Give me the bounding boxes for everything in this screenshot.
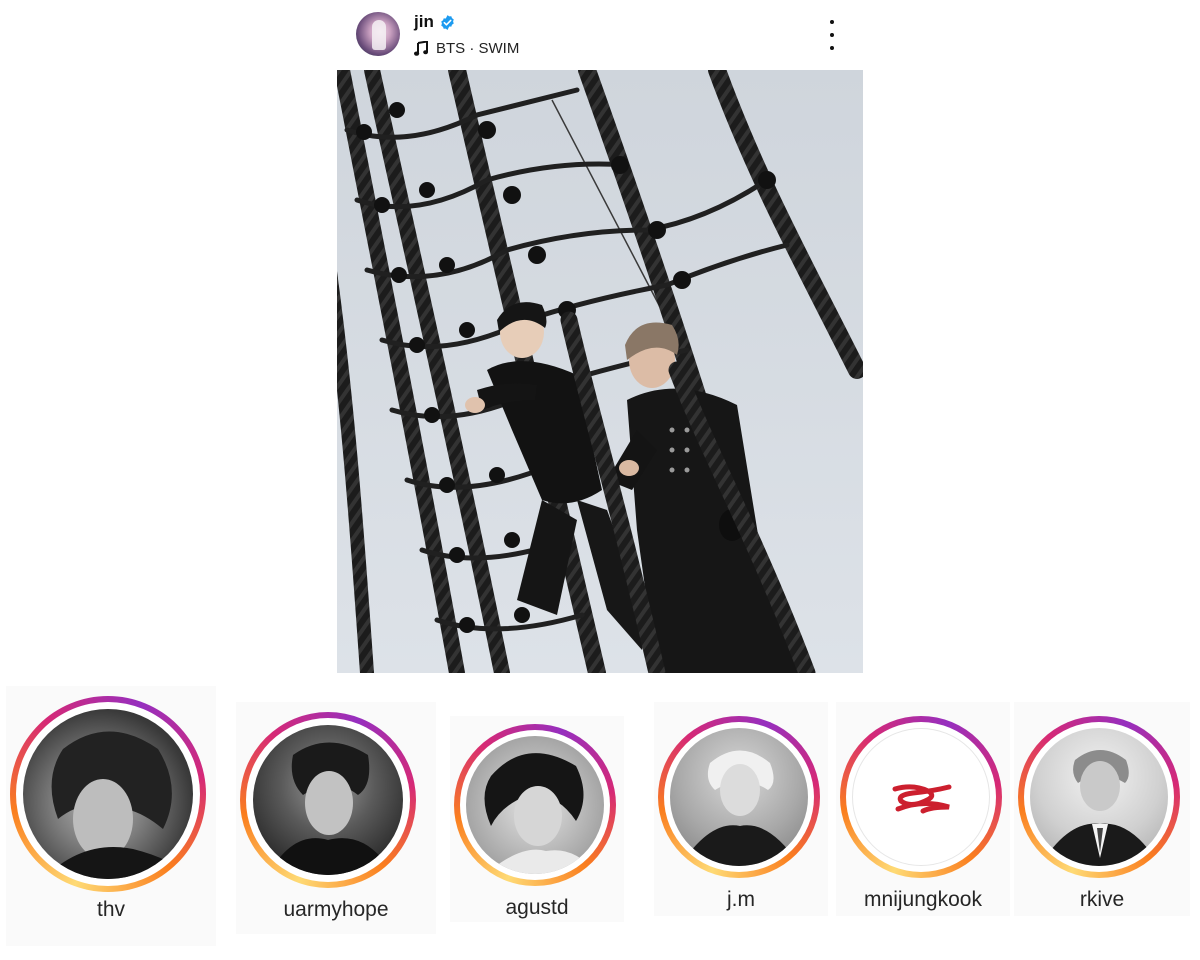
story-username-uarmyhope: uarmyhope [283, 898, 389, 921]
more-options-icon[interactable] [820, 20, 844, 50]
story-card-thv[interactable]: thv [6, 686, 216, 946]
instagram-screenshot-collage: jin BTS · SWIM thv uarmyhope agustd j.m … [0, 0, 1200, 960]
profile-avatar[interactable] [356, 12, 400, 56]
story-username-agustd: agustd [505, 896, 569, 919]
post-photo[interactable] [337, 70, 863, 673]
story-card-rkive[interactable]: rkive [1014, 702, 1190, 916]
mnijungkook-logo [892, 784, 952, 814]
music-row[interactable]: BTS · SWIM [414, 38, 519, 58]
story-avatar-mnijungkook [852, 728, 990, 866]
story-avatar-jm [670, 728, 808, 866]
verified-badge-icon [439, 14, 456, 31]
username-row: jin [414, 11, 456, 33]
story-avatar-thv [23, 709, 193, 879]
post-header: jin BTS · SWIM [337, 0, 863, 70]
story-card-uarmyhope[interactable]: uarmyhope [236, 702, 436, 934]
story-avatar-agustd [466, 736, 604, 874]
music-track-label: BTS · SWIM [436, 39, 520, 57]
story-card-jm[interactable]: j.m [654, 702, 828, 916]
story-username-thv: thv [96, 898, 125, 921]
music-note-icon [414, 39, 428, 56]
story-avatar-uarmyhope [253, 725, 403, 875]
story-card-agustd[interactable]: agustd [450, 716, 624, 922]
story-avatar-rkive [1030, 728, 1168, 866]
post-username[interactable]: jin [414, 12, 434, 32]
story-username-mnijungkook: mnijungkook [864, 888, 982, 911]
story-username-jm: j.m [727, 888, 755, 911]
story-username-rkive: rkive [1079, 888, 1125, 911]
story-card-mnijungkook[interactable]: mnijungkook [836, 702, 1010, 916]
